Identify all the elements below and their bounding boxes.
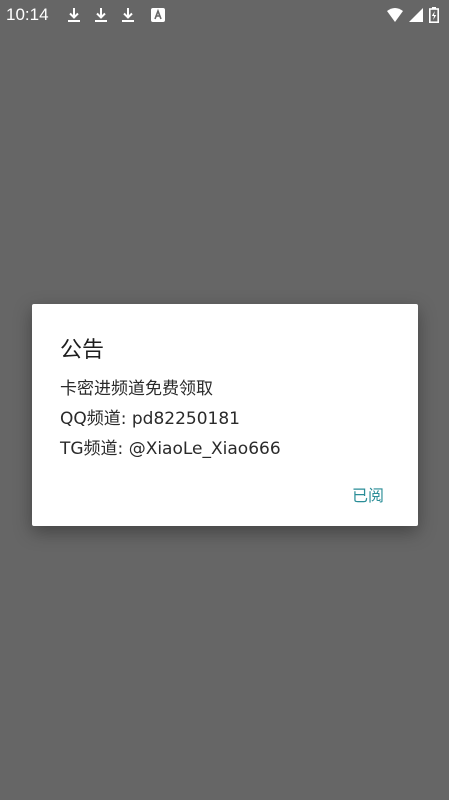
download-icon	[95, 8, 107, 22]
wifi-icon	[387, 8, 403, 22]
status-time: 10:14	[6, 5, 49, 24]
download-icon	[68, 8, 80, 22]
announcement-dialog: 公告 卡密进频道免费领取 QQ频道: pd82250181 TG频道: @Xia…	[32, 304, 418, 526]
download-icon	[122, 8, 134, 22]
dialog-line: TG频道: @XiaoLe_Xiao666	[60, 439, 281, 459]
dialog-message: 卡密进频道免费领取 QQ频道: pd82250181 TG频道: @XiaoLe…	[60, 374, 281, 464]
dialog-title: 公告	[60, 338, 105, 363]
status-bar: 10:14	[0, 0, 449, 30]
battery-icon	[429, 7, 439, 23]
signal-icon	[409, 8, 423, 22]
acknowledge-button[interactable]: 已阅	[352, 482, 384, 506]
dialog-line: QQ频道: pd82250181	[60, 409, 241, 429]
translate-icon	[151, 8, 165, 22]
dialog-line: 卡密进频道免费领取	[60, 379, 213, 399]
